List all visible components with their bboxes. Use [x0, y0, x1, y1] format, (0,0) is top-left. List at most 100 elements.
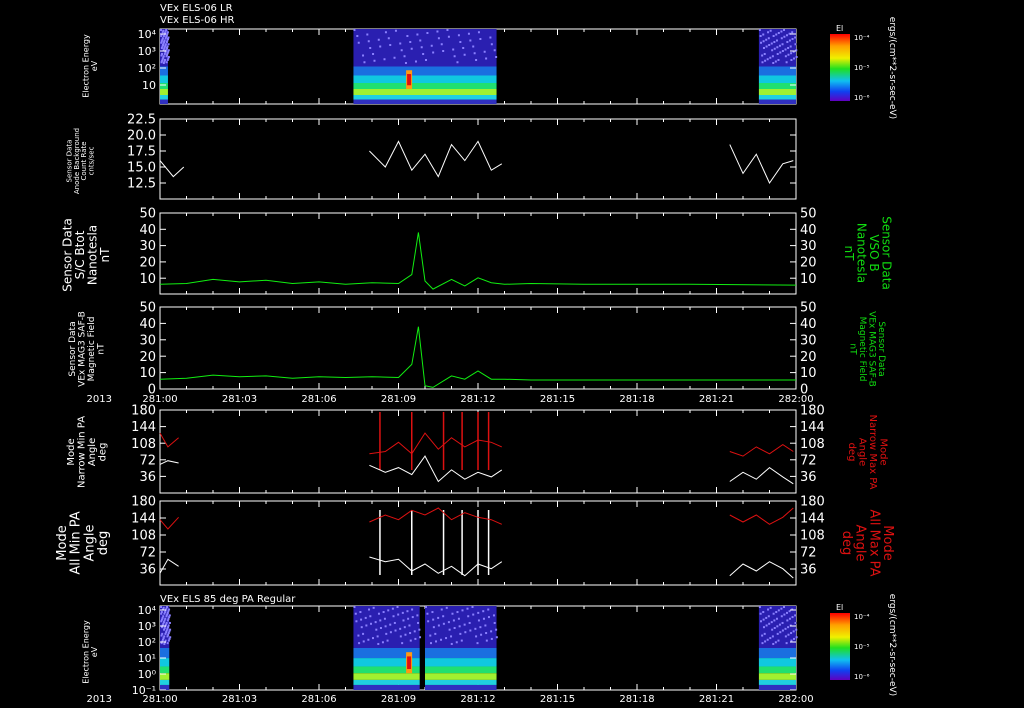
spectrogram-speck	[435, 640, 438, 643]
spectrogram-speck	[353, 29, 356, 31]
y-tick-label-right: 30	[800, 333, 817, 348]
series-narrow-min-pa	[729, 466, 794, 485]
spectrogram-speck	[354, 612, 357, 615]
rlabel-p3: Sensor DataVSO BNanoteslanT	[842, 216, 894, 290]
spectrogram-speck	[168, 608, 171, 611]
spectrogram-speck	[353, 606, 356, 608]
spectrogram-speck	[379, 627, 382, 629]
spectrogram-band	[160, 684, 170, 690]
spectrogram-speck	[363, 61, 366, 64]
spectrogram-band	[160, 666, 170, 674]
spectrogram-speck	[485, 639, 488, 642]
spectrogram-p7-c	[425, 606, 498, 690]
spectrogram-speck	[160, 29, 162, 31]
spectrogram-speck	[468, 621, 471, 624]
spectrogram-speck	[472, 45, 475, 48]
spectrogram-speck	[429, 634, 432, 637]
spectrogram-speck	[766, 58, 769, 61]
spectrogram-speck	[413, 630, 416, 633]
rlabel-p5-line: Mode	[877, 438, 888, 465]
time-tick-label: 282:00	[778, 394, 813, 405]
spectrogram-speck	[788, 39, 791, 42]
spectrogram-speck	[761, 54, 764, 57]
spectrogram-speck	[760, 41, 763, 44]
spectrogram-speck	[456, 611, 459, 614]
spectrogram-speck	[414, 637, 417, 640]
spectrogram-speck	[450, 642, 453, 645]
spectrogram-speck	[776, 53, 779, 55]
spectrogram-speck	[475, 635, 478, 638]
spectrogram-speck	[483, 50, 486, 53]
spectrogram-speck	[762, 618, 765, 621]
time-tick-label: 281:09	[381, 694, 416, 705]
series-all-max-pa	[159, 516, 179, 530]
colorbar-units-bottom: ergs/(cm**2-sr-sec-eV)	[887, 594, 897, 696]
spectrogram-speck	[394, 29, 397, 32]
spectrogram-speck	[420, 46, 423, 49]
spectrogram-speck	[769, 56, 772, 59]
spectrogram-speck	[165, 621, 168, 624]
spectrogram-speck	[779, 51, 782, 54]
spectrogram-band	[160, 658, 170, 667]
colorbar-tick: 10⁻⁶	[854, 94, 870, 102]
spectrogram-speck	[775, 617, 778, 620]
spectrogram-speck	[384, 625, 387, 628]
spectrogram-speck	[777, 639, 780, 642]
spectrogram-speck	[401, 642, 404, 645]
spectrogram-speck	[464, 631, 467, 634]
spectrogram-speck	[477, 619, 480, 622]
spectrogram-speck	[783, 35, 786, 38]
year-label: 2013	[87, 694, 112, 705]
series-count-rate	[369, 140, 503, 178]
spectrogram-speck	[440, 43, 443, 46]
y-tick-label: 10³	[138, 45, 156, 58]
spectrogram-speck	[458, 625, 461, 628]
spectrogram-speck	[495, 636, 498, 639]
spectrogram-speck	[476, 642, 479, 645]
spectrogram-band	[425, 666, 497, 674]
y-tick-label-right: 144	[800, 420, 825, 435]
ylabel-p3: Sensor DataS/C BtotNanoteslanT	[60, 218, 112, 292]
spectrogram-speck	[776, 632, 779, 635]
y-tick-label-right: 20	[800, 350, 817, 365]
spectrogram-speck	[451, 612, 454, 615]
spectrogram-band	[353, 89, 497, 95]
y-tick-label: 72	[139, 546, 156, 561]
series-narrow-max-pa	[369, 432, 503, 455]
spectrogram-speck	[401, 611, 404, 614]
spectrogram-speck	[795, 628, 798, 631]
spectrogram-speck	[768, 44, 771, 46]
spectrogram-speck	[776, 46, 779, 49]
spectrogram-speck	[445, 606, 448, 609]
y-tick-label: 10³	[138, 620, 156, 633]
spectrogram-speck	[763, 632, 766, 635]
series-all-max-pa	[369, 507, 503, 525]
colorbar-units-top-line: ergs/(cm**2-sr-sec-eV)	[887, 17, 897, 119]
spectrogram-speck	[778, 623, 781, 626]
y-tick-label-right: 108	[800, 529, 825, 544]
spectrogram-speck	[759, 612, 762, 615]
spectrogram-speck	[773, 47, 776, 50]
spectrogram-speck	[437, 624, 440, 627]
spectrogram-speck	[781, 50, 784, 52]
spectrogram-speck	[781, 43, 784, 46]
colorbar-tick: 10⁻⁶	[854, 673, 870, 681]
ylabel-p5-line: Narrow Min PA	[76, 416, 87, 488]
y-tick-label: 10⁴	[138, 604, 157, 617]
spectrogram-band	[160, 95, 168, 100]
spectrogram-speck	[422, 53, 425, 55]
y-tick-label: 17.5	[127, 145, 156, 160]
spectrogram-speck	[406, 610, 409, 613]
y-tick-label-right: 180	[800, 495, 825, 510]
spectrogram-speck	[417, 621, 420, 624]
y-tick-label: 144	[131, 420, 156, 435]
spectrogram-speck	[164, 617, 167, 620]
spectrogram-speck	[477, 31, 480, 34]
spectrogram-speck	[389, 631, 392, 634]
colorbar-tick: 10⁻⁵	[854, 64, 870, 72]
spectrogram-speck	[490, 43, 493, 46]
time-tick-label: 281:15	[540, 394, 575, 405]
spectrogram-speck	[794, 43, 797, 46]
spectrogram-speck	[164, 43, 167, 46]
spectrogram-speck	[780, 37, 783, 40]
